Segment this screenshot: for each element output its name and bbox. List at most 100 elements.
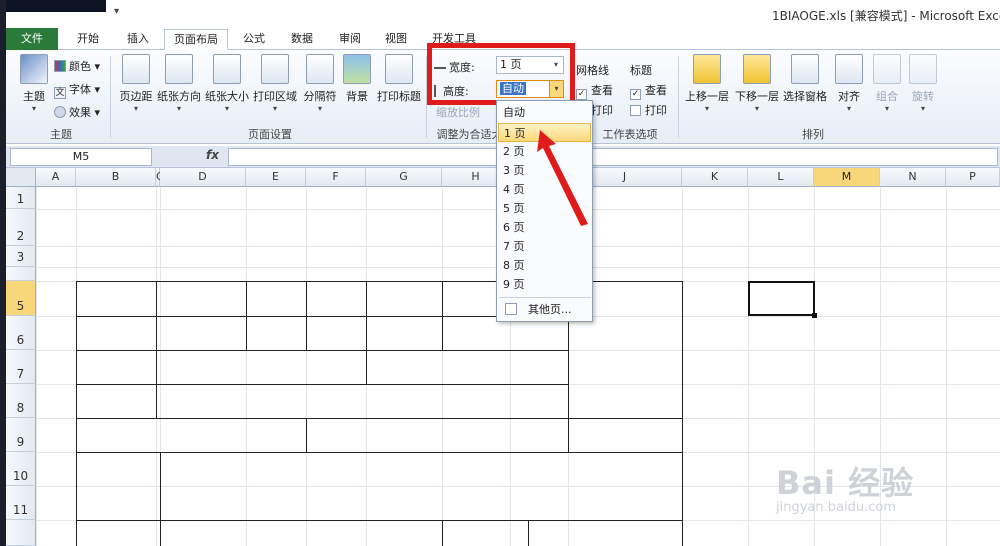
table-border (442, 281, 443, 350)
gridlines-view-row[interactable]: ✓ 查看 (576, 82, 613, 100)
dropdown-item[interactable]: 9 页 (498, 275, 591, 294)
chevron-down-icon: ▾ (176, 104, 181, 113)
breaks-button[interactable]: 分隔符 ▾ (300, 54, 340, 114)
row-header[interactable]: 10 (6, 452, 36, 486)
column-header[interactable]: D (160, 168, 246, 187)
formula-input[interactable] (228, 148, 998, 166)
column-header[interactable]: L (748, 168, 814, 187)
bring-forward-icon (693, 54, 721, 84)
scale-label: 缩放比例 (436, 106, 480, 119)
background-label: 背景 (346, 90, 368, 103)
column-header[interactable]: P (946, 168, 1000, 187)
colors-button[interactable]: 颜色 ▾ (54, 58, 100, 74)
group-button[interactable]: 组合 ▾ (870, 54, 904, 114)
background-button[interactable]: 背景 (340, 54, 374, 104)
themes-label: 主题 (23, 90, 45, 103)
tab-home[interactable]: 开始 (66, 29, 110, 50)
fx-icon[interactable]: fx (206, 148, 219, 162)
headings-print-row[interactable]: 打印 (630, 102, 667, 118)
send-backward-button[interactable]: 下移一层 ▾ (732, 54, 782, 114)
themes-button[interactable]: 主题 ▾ (14, 54, 54, 114)
gridline (246, 187, 247, 546)
column-header[interactable]: N (880, 168, 946, 187)
row-header[interactable]: 7 (6, 350, 36, 384)
dropdown-separator (499, 297, 591, 298)
row-header[interactable]: 11 (6, 486, 36, 520)
tab-insert[interactable]: 插入 (116, 29, 160, 50)
print-area-button[interactable]: 打印区域 ▾ (252, 54, 298, 114)
dropdown-item[interactable]: 2 页 (498, 142, 591, 161)
margins-button[interactable]: 页边距 ▾ (114, 54, 158, 114)
row-header[interactable]: 6 (6, 316, 36, 350)
headings-print-checkbox[interactable] (630, 105, 641, 116)
orientation-button[interactable]: 纸张方向 ▾ (156, 54, 202, 114)
size-button[interactable]: 纸张大小 ▾ (204, 54, 250, 114)
tab-review[interactable]: 审阅 (328, 29, 372, 50)
select-all-corner[interactable] (6, 168, 36, 187)
tab-page-layout[interactable]: 页面布局 (164, 29, 228, 50)
selection-pane-button[interactable]: 选择窗格 (780, 54, 830, 104)
row-header[interactable]: 1 (6, 187, 36, 209)
row-header[interactable]: 9 (6, 418, 36, 452)
row-header[interactable]: 8 (6, 384, 36, 418)
chevron-down-icon: ▾ (317, 104, 322, 113)
watermark-logo: Bai 经验 (776, 464, 915, 502)
fonts-button[interactable]: 文字体 ▾ (54, 81, 100, 99)
watermark-url: jingyan.baidu.com (776, 500, 896, 515)
active-cell-m5[interactable] (748, 281, 817, 318)
headings-view-row[interactable]: ✓ 查看 (630, 82, 667, 100)
column-header[interactable]: B (76, 168, 156, 187)
tab-file[interactable]: 文件 (6, 28, 58, 50)
row-header[interactable] (6, 520, 36, 546)
dropdown-item[interactable]: 8 页 (498, 256, 591, 275)
column-header[interactable]: M (814, 168, 880, 187)
table-border (366, 281, 367, 384)
group-label-theme: 主题 (50, 128, 72, 141)
customize-quick-access-icon[interactable]: ▾ (114, 6, 119, 17)
row-header[interactable] (6, 267, 36, 281)
table-border (76, 520, 682, 521)
column-header[interactable]: G (366, 168, 442, 187)
title-bar: ▾ 1BIAOGE.xls [兼容模式] - Microsoft Excel (6, 0, 1000, 28)
dropdown-item[interactable]: 自动 (498, 103, 591, 122)
name-box[interactable]: M5 (10, 148, 152, 166)
effects-button[interactable]: 效果 ▾ (54, 104, 100, 120)
bring-forward-button[interactable]: 上移一层 ▾ (682, 54, 732, 114)
chevron-down-icon: ▾ (31, 104, 36, 113)
print-titles-button[interactable]: 打印标题 (376, 54, 422, 104)
ribbon-divider (678, 56, 679, 138)
tab-view[interactable]: 视图 (374, 29, 418, 50)
headings-view-checkbox[interactable]: ✓ (630, 89, 641, 100)
column-header[interactable]: A (36, 168, 76, 187)
rotate-button[interactable]: 旋转 ▾ (906, 54, 940, 114)
window-title: 1BIAOGE.xls [兼容模式] - Microsoft Excel (772, 9, 1000, 23)
dropdown-item[interactable]: 5 页 (498, 199, 591, 218)
gridlines-view-label: 查看 (591, 84, 613, 97)
background-image-icon (343, 54, 371, 84)
print-titles-icon (385, 54, 413, 84)
group-label-sheet-options: 工作表选项 (602, 128, 658, 141)
column-header[interactable]: F (306, 168, 366, 187)
row-header[interactable]: 5 (6, 281, 36, 316)
tab-formulas[interactable]: 公式 (232, 29, 276, 50)
margins-icon (122, 54, 150, 84)
row-header[interactable]: 3 (6, 246, 36, 267)
row-header[interactable]: 2 (6, 209, 36, 246)
table-border (156, 281, 157, 384)
table-border (76, 384, 568, 385)
dropdown-item[interactable]: 1 页 (498, 123, 591, 142)
print-titles-label: 打印标题 (377, 90, 421, 103)
scale-row: 缩放比例 (436, 104, 480, 120)
dropdown-item[interactable]: 3 页 (498, 161, 591, 180)
table-border (156, 384, 157, 418)
quick-access-toolbar[interactable] (6, 0, 106, 12)
align-button[interactable]: 对齐 ▾ (832, 54, 866, 114)
dropdown-item[interactable]: 7 页 (498, 237, 591, 256)
dropdown-item[interactable]: 4 页 (498, 180, 591, 199)
column-header[interactable]: K (682, 168, 748, 187)
column-header[interactable]: E (246, 168, 306, 187)
gridlines-view-checkbox[interactable]: ✓ (576, 89, 587, 100)
tab-data[interactable]: 数据 (280, 29, 324, 50)
table-border (76, 452, 682, 453)
dropdown-item[interactable]: 6 页 (498, 218, 591, 237)
